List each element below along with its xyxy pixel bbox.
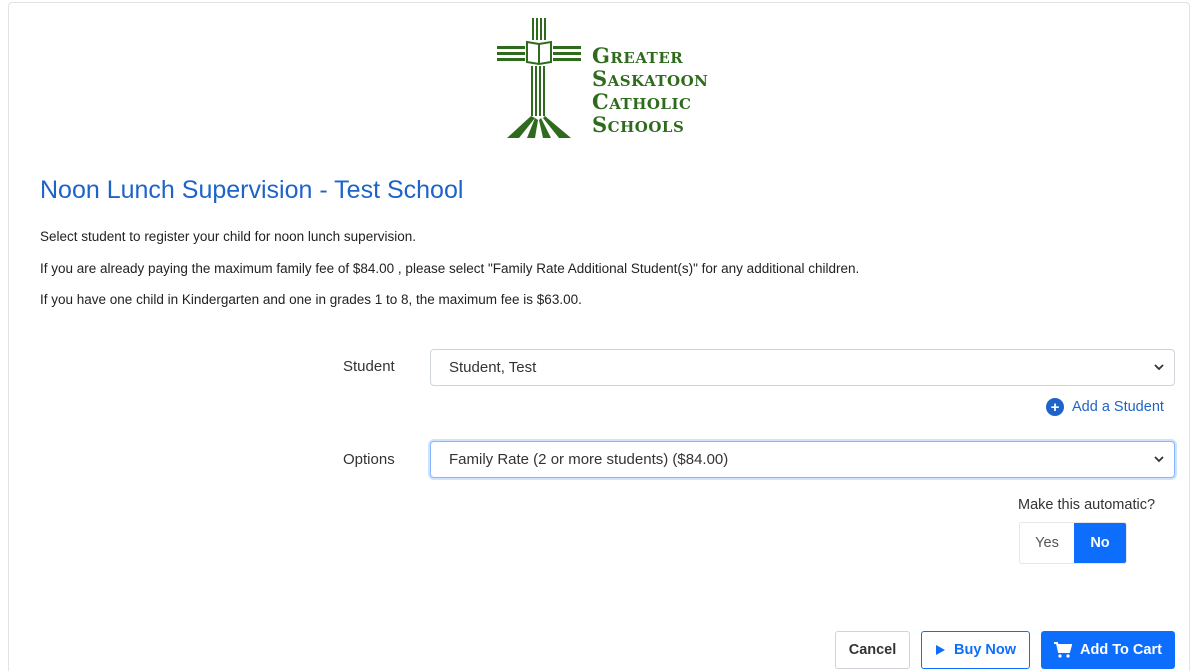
options-select-value: Family Rate (2 or more students) ($84.00…	[449, 451, 729, 468]
options-select[interactable]: Family Rate (2 or more students) ($84.00…	[430, 441, 1175, 478]
automatic-no-button[interactable]: No	[1074, 523, 1126, 563]
add-to-cart-button[interactable]: Add To Cart	[1041, 631, 1175, 669]
add-student-link[interactable]: + Add a Student	[1046, 398, 1164, 416]
logo-line: Saskatoon	[592, 66, 709, 91]
logo-line: Greater	[592, 43, 684, 68]
student-label: Student	[343, 358, 395, 375]
description-line: If you have one child in Kindergarten an…	[40, 292, 582, 307]
student-select[interactable]: Student, Test	[430, 349, 1175, 386]
chevron-down-icon	[1154, 456, 1164, 463]
add-student-label: Add a Student	[1072, 399, 1164, 415]
cart-icon	[1054, 642, 1073, 658]
make-automatic-toggle: Yes No	[1019, 522, 1127, 564]
buy-now-label: Buy Now	[953, 642, 1017, 658]
add-to-cart-label: Add To Cart	[1080, 642, 1162, 658]
description-line: If you are already paying the maximum fa…	[40, 261, 860, 276]
student-select-value: Student, Test	[449, 359, 537, 376]
buy-now-button[interactable]: Buy Now	[921, 631, 1030, 669]
description-line: Select student to register your child fo…	[40, 229, 416, 244]
logo-line: Schools	[592, 112, 685, 137]
page-title: Noon Lunch Supervision - Test School	[40, 176, 464, 204]
cancel-button[interactable]: Cancel	[835, 631, 910, 669]
logo-line: Catholic	[592, 89, 692, 114]
cancel-button-label: Cancel	[848, 642, 897, 658]
chevron-down-icon	[1154, 364, 1164, 371]
make-automatic-label: Make this automatic?	[1018, 497, 1156, 513]
automatic-yes-button[interactable]: Yes	[1020, 523, 1074, 563]
options-label: Options	[343, 451, 395, 468]
school-name: Greater Saskatoon Catholic Schools	[592, 44, 708, 136]
play-icon	[935, 645, 945, 655]
plus-circle-icon: +	[1046, 398, 1064, 416]
cross-book-logo-icon	[497, 18, 581, 138]
school-logo: Greater Saskatoon Catholic Schools	[497, 18, 727, 142]
